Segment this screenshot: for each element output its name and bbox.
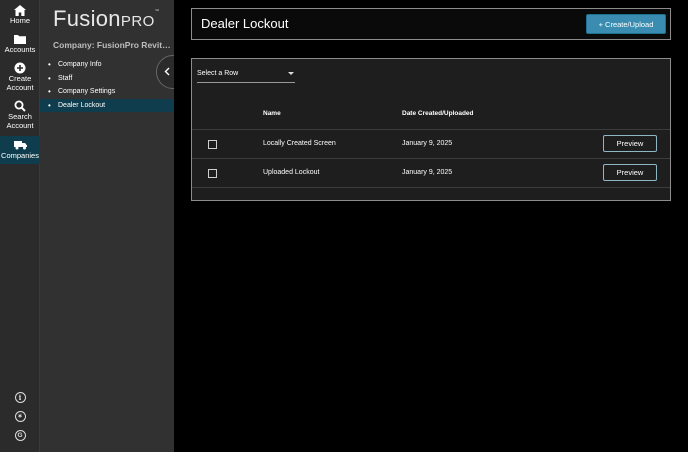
row-date: January 9, 2025 <box>402 169 453 176</box>
rail-create-account[interactable]: Create Account <box>0 62 40 94</box>
row-name: Locally Created Screen <box>263 140 336 147</box>
home-icon <box>13 4 27 16</box>
preview-button[interactable]: Preview <box>603 164 657 181</box>
nav-company-info[interactable]: Company Info <box>40 58 174 72</box>
rail-search-account-label: Search Account <box>6 112 34 130</box>
icon-rail: Home Accounts Create Account Search Acco… <box>0 0 40 452</box>
create-upload-button[interactable]: + Create/Upload <box>586 14 666 34</box>
info-button[interactable]: i <box>0 392 40 403</box>
chevron-down-icon <box>288 72 294 75</box>
row-checkbox[interactable] <box>208 169 217 178</box>
select-row-label: Select a Row <box>197 70 239 77</box>
settings-button[interactable]: ✶ <box>0 411 40 422</box>
company-nav: Company Info Staff Company Settings Deal… <box>40 58 174 112</box>
info-icon: i <box>14 392 26 403</box>
search-icon <box>13 100 27 112</box>
chevron-left-icon <box>164 63 170 81</box>
table-row: Locally Created Screen January 9, 2025 P… <box>192 129 670 159</box>
select-row-dropdown[interactable]: Select a Row <box>197 70 295 83</box>
table-bottom-divider <box>192 187 670 188</box>
row-name: Uploaded Lockout <box>263 169 320 176</box>
rail-companies-label: Companies <box>1 151 39 160</box>
rail-home-label: Home <box>9 16 30 25</box>
row-date: January 9, 2025 <box>402 140 453 147</box>
logo-main-text: Fusion <box>53 6 121 31</box>
rail-create-account-label: Create Account <box>6 74 34 92</box>
nav-dealer-lockout[interactable]: Dealer Lockout <box>40 98 174 112</box>
company-sidebar: FusionPRO™ Company: FusionPro Revitali..… <box>40 0 174 452</box>
truck-icon <box>13 139 27 151</box>
rail-companies[interactable]: Companies <box>0 136 40 164</box>
preview-button[interactable]: Preview <box>603 135 657 152</box>
column-header-date: Date Created/Uploaded <box>402 110 474 117</box>
gear-icon: ✶ <box>14 411 26 422</box>
column-header-name: Name <box>263 110 281 117</box>
nav-staff[interactable]: Staff <box>40 72 174 86</box>
folder-icon <box>13 33 27 45</box>
logo-trademark: ™ <box>154 8 160 13</box>
rail-accounts-label: Accounts <box>4 45 36 54</box>
nav-company-settings[interactable]: Company Settings <box>40 85 174 99</box>
collapse-sidebar-button[interactable] <box>156 55 174 89</box>
rail-accounts[interactable]: Accounts <box>0 33 40 59</box>
lockout-table-panel: Select a Row Name Date Created/Uploaded … <box>191 58 671 201</box>
rail-search-account[interactable]: Search Account <box>0 100 40 132</box>
page-title: Dealer Lockout <box>201 16 289 31</box>
company-name: Company: FusionPro Revitali... <box>53 40 171 50</box>
rail-home[interactable]: Home <box>0 4 40 30</box>
fusionpro-logo: FusionPRO™ <box>53 6 159 32</box>
row-checkbox[interactable] <box>208 140 217 149</box>
table-row: Uploaded Lockout January 9, 2025 Preview <box>192 158 670 188</box>
page-header: Dealer Lockout + Create/Upload <box>191 8 671 40</box>
plus-circle-icon <box>13 62 27 74</box>
logo-pro-text: PRO <box>120 13 155 30</box>
g-circle-icon: G <box>14 430 26 441</box>
g-button[interactable]: G <box>0 430 40 441</box>
